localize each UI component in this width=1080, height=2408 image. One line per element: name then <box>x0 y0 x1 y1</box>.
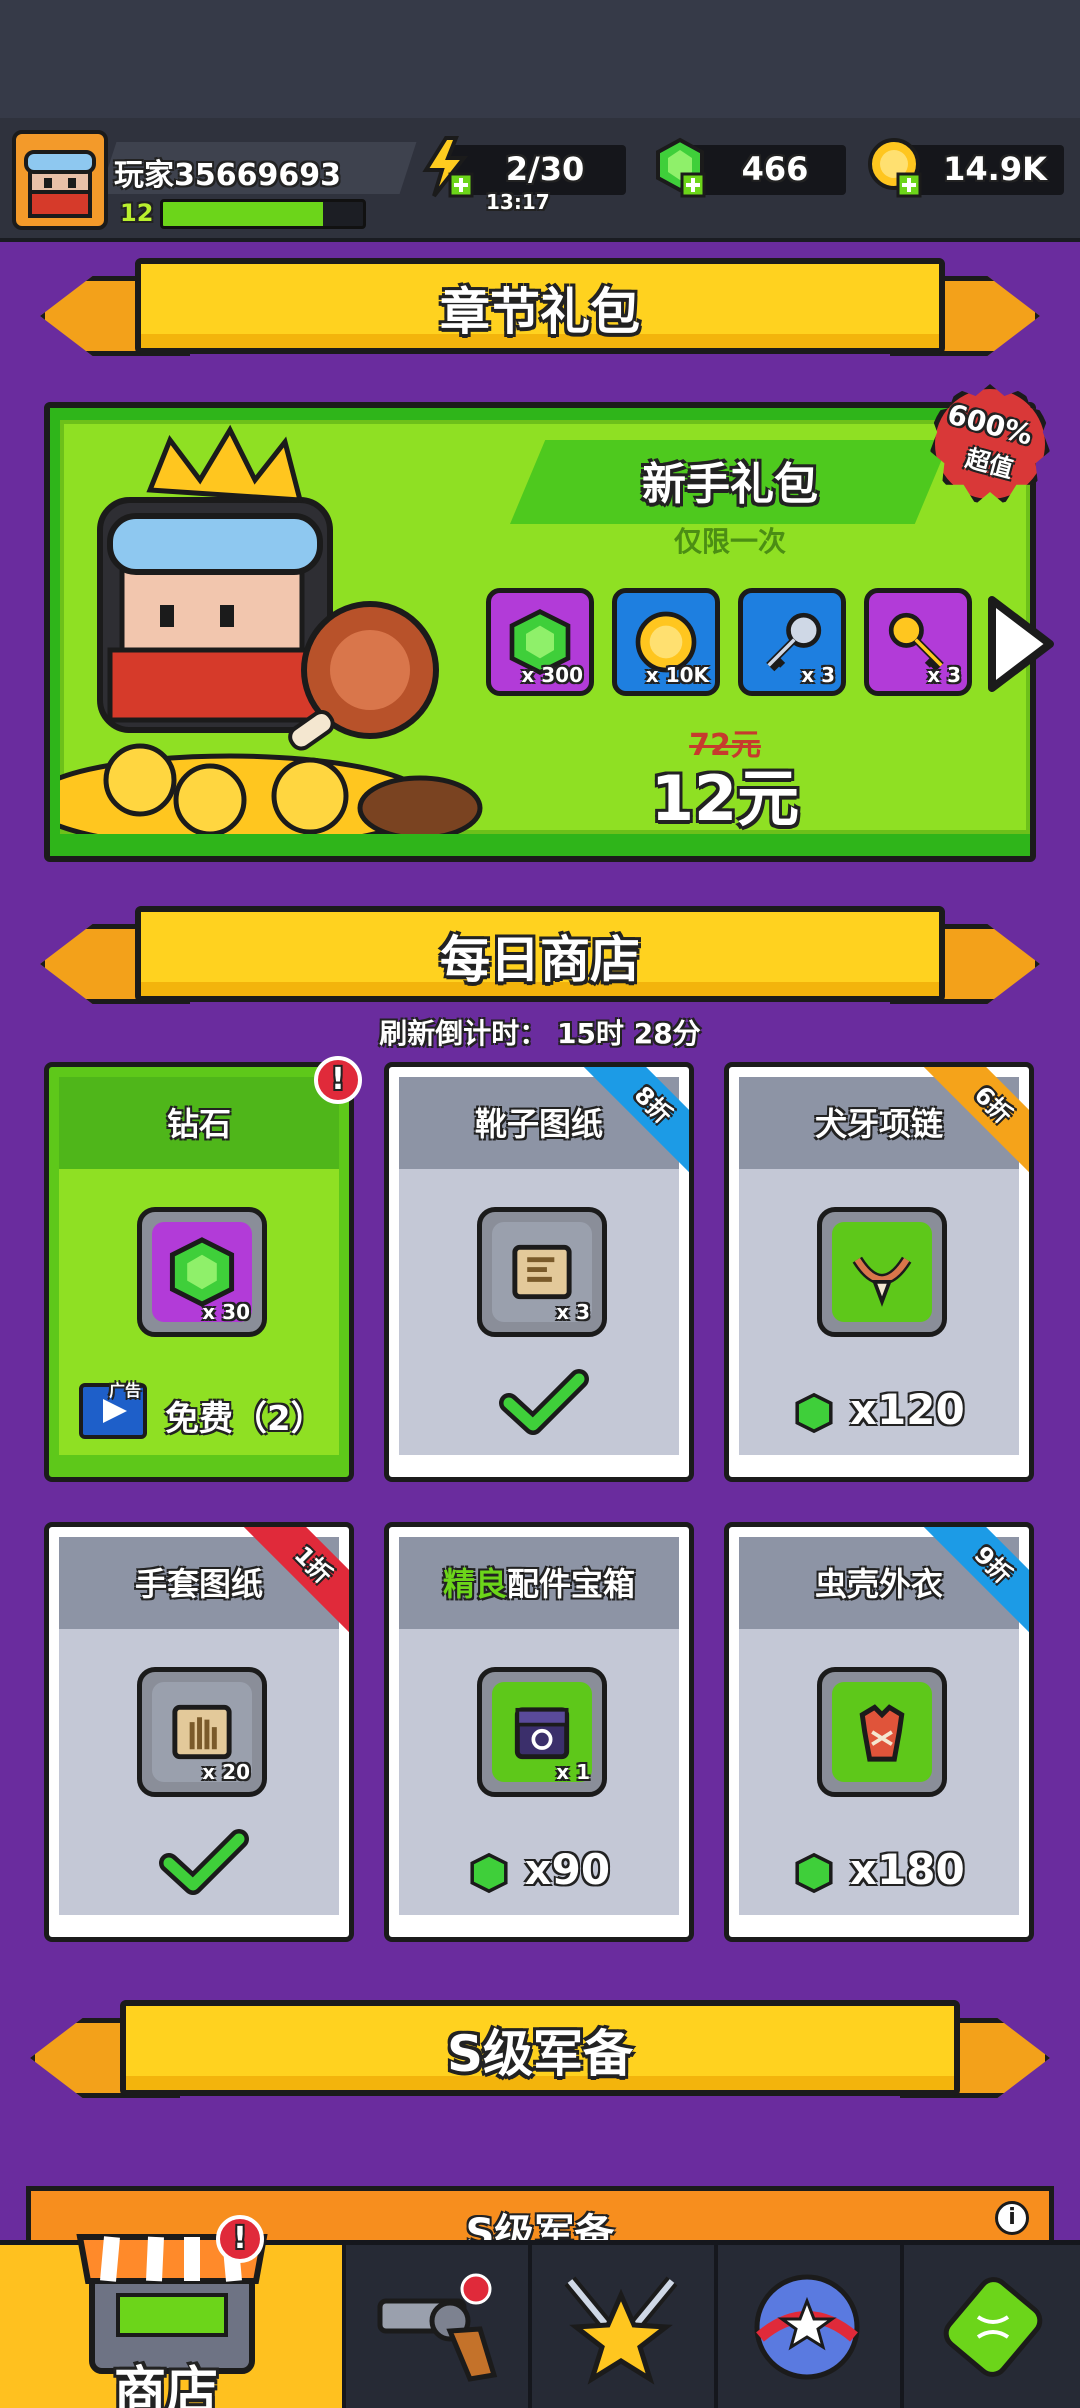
pack-item-count: x 3 <box>801 663 835 687</box>
card-icon-bg <box>832 1222 932 1322</box>
shop-card-accessory-chest[interactable]: 精良配件宝箱 x 1 x90 <box>384 1522 694 1942</box>
daily-shop-banner: 每日商店 <box>40 906 1040 1014</box>
gem-icon <box>470 1852 508 1893</box>
pack-item-coins[interactable]: x 10K <box>612 588 720 696</box>
energy-timer: 13:17 <box>486 190 550 214</box>
chest-icon <box>514 1707 570 1760</box>
card-title: 精良配件宝箱 <box>389 1559 689 1605</box>
banner-title: S级军备 <box>446 2025 633 2083</box>
necklace-icon <box>852 1256 912 1307</box>
buy-price-button[interactable]: x180 <box>729 1845 1029 1894</box>
card-icon-bg: x 3 <box>492 1222 592 1324</box>
buy-price-button[interactable]: x120 <box>729 1385 1029 1434</box>
s-gear-banner: S级军备 <box>30 2000 1050 2108</box>
coin-plus-icon[interactable] <box>866 136 926 198</box>
alert-badge: ! <box>314 1056 362 1104</box>
coins-value: 14.9K <box>943 150 1047 188</box>
shop-card-diamonds[interactable]: 钻石 x 30 广告 免费（2） <box>44 1062 354 1482</box>
pack-item-count: x 300 <box>521 663 583 687</box>
price-value: x180 <box>849 1845 965 1894</box>
tab-evolve[interactable] <box>900 2245 1080 2408</box>
pack-item-silver-key[interactable]: x 3 <box>738 588 846 696</box>
card-icon-frame: x 30 <box>137 1207 267 1337</box>
card-icon-frame <box>817 1667 947 1797</box>
card-count: x 20 <box>202 1760 250 1784</box>
card-count: x 30 <box>202 1300 250 1324</box>
info-icon[interactable]: i <box>995 2201 1029 2235</box>
armor-icon <box>859 1704 905 1762</box>
energy-value: 2/30 <box>505 150 585 188</box>
shop-card-boots-blueprint[interactable]: 靴子图纸 8折 x 3 <box>384 1062 694 1482</box>
tab-shop-label: 商店 <box>114 2362 219 2408</box>
pack-item-gold-key[interactable]: x 3 <box>864 588 972 696</box>
chapter-pack-banner: 章节礼包 <box>40 258 1040 366</box>
chevron-right-icon[interactable] <box>986 594 1056 694</box>
hero-illustration <box>60 424 483 834</box>
pack-item-gems[interactable]: x 300 <box>486 588 594 696</box>
shop-card-fang-necklace[interactable]: 犬牙项链 6折 x120 <box>724 1062 1034 1482</box>
free-claim-button[interactable]: 免费（2） <box>165 1391 325 1440</box>
card-title-quality: 精良 <box>442 1565 507 1603</box>
card-count: x 1 <box>556 1760 590 1784</box>
banner-title: 章节礼包 <box>440 283 640 341</box>
shop-card-bugshell-coat[interactable]: 虫壳外衣 9折 x180 <box>724 1522 1034 1942</box>
pack-subtitle: 仅限一次 <box>673 525 786 558</box>
alert-badge: ! <box>216 2215 264 2263</box>
tab-talents[interactable] <box>714 2245 896 2408</box>
xp-fill <box>163 202 323 226</box>
gems-value: 466 <box>741 150 809 188</box>
card-icon-frame <box>817 1207 947 1337</box>
price-value: x90 <box>524 1845 611 1894</box>
buy-price-button[interactable]: x90 <box>389 1845 689 1894</box>
card-icon-bg: x 1 <box>492 1682 592 1784</box>
pack-title: 新手礼包 <box>642 459 818 510</box>
card-icon-frame: x 20 <box>137 1667 267 1797</box>
glove-blueprint-icon <box>172 1704 232 1760</box>
card-count: x 3 <box>556 1300 590 1324</box>
card-icon-bg <box>832 1682 932 1782</box>
energy-icon[interactable] <box>416 136 476 198</box>
pack-item-count: x 10K <box>645 663 709 687</box>
ad-label: 广告 <box>109 1381 142 1400</box>
dna-capsule-icon <box>943 2276 1043 2377</box>
card-icon-frame: x 1 <box>477 1667 607 1797</box>
price-value: x120 <box>849 1385 965 1434</box>
tab-battle[interactable] <box>528 2245 710 2408</box>
tab-weapons[interactable] <box>342 2245 524 2408</box>
check-icon <box>159 1829 249 1895</box>
card-title: 钻石 <box>166 1105 231 1143</box>
buy-price-button[interactable]: 12元 <box>640 748 810 838</box>
card-icon-frame: x 3 <box>477 1207 607 1337</box>
xp-bar <box>160 199 366 229</box>
scroll-blueprint-icon <box>512 1244 572 1300</box>
star-swords-icon <box>564 2276 678 2385</box>
player-level: 12 <box>120 199 154 227</box>
card-icon-bg: x 20 <box>152 1682 252 1784</box>
gem-icon <box>795 1852 833 1893</box>
avatar[interactable] <box>12 130 108 230</box>
card-icon-bg: x 30 <box>152 1222 252 1324</box>
player-name: 玩家35669693 <box>114 158 341 193</box>
shop-card-glove-blueprint[interactable]: 手套图纸 1折 x 20 <box>44 1522 354 1942</box>
banner-title: 每日商店 <box>440 931 640 989</box>
status-bar <box>0 0 1080 120</box>
card-title-rest: 配件宝箱 <box>507 1565 636 1603</box>
revolver-icon <box>377 2273 498 2382</box>
gem-icon <box>169 1237 235 1307</box>
tab-shop[interactable]: 商店 ! <box>0 2215 342 2408</box>
refresh-countdown: 刷新倒计时： 15时 28分 <box>379 1017 701 1050</box>
check-icon <box>499 1369 589 1435</box>
pack-item-count: x 3 <box>927 663 961 687</box>
star-orb-icon <box>754 2274 860 2379</box>
gem-icon <box>795 1392 833 1433</box>
